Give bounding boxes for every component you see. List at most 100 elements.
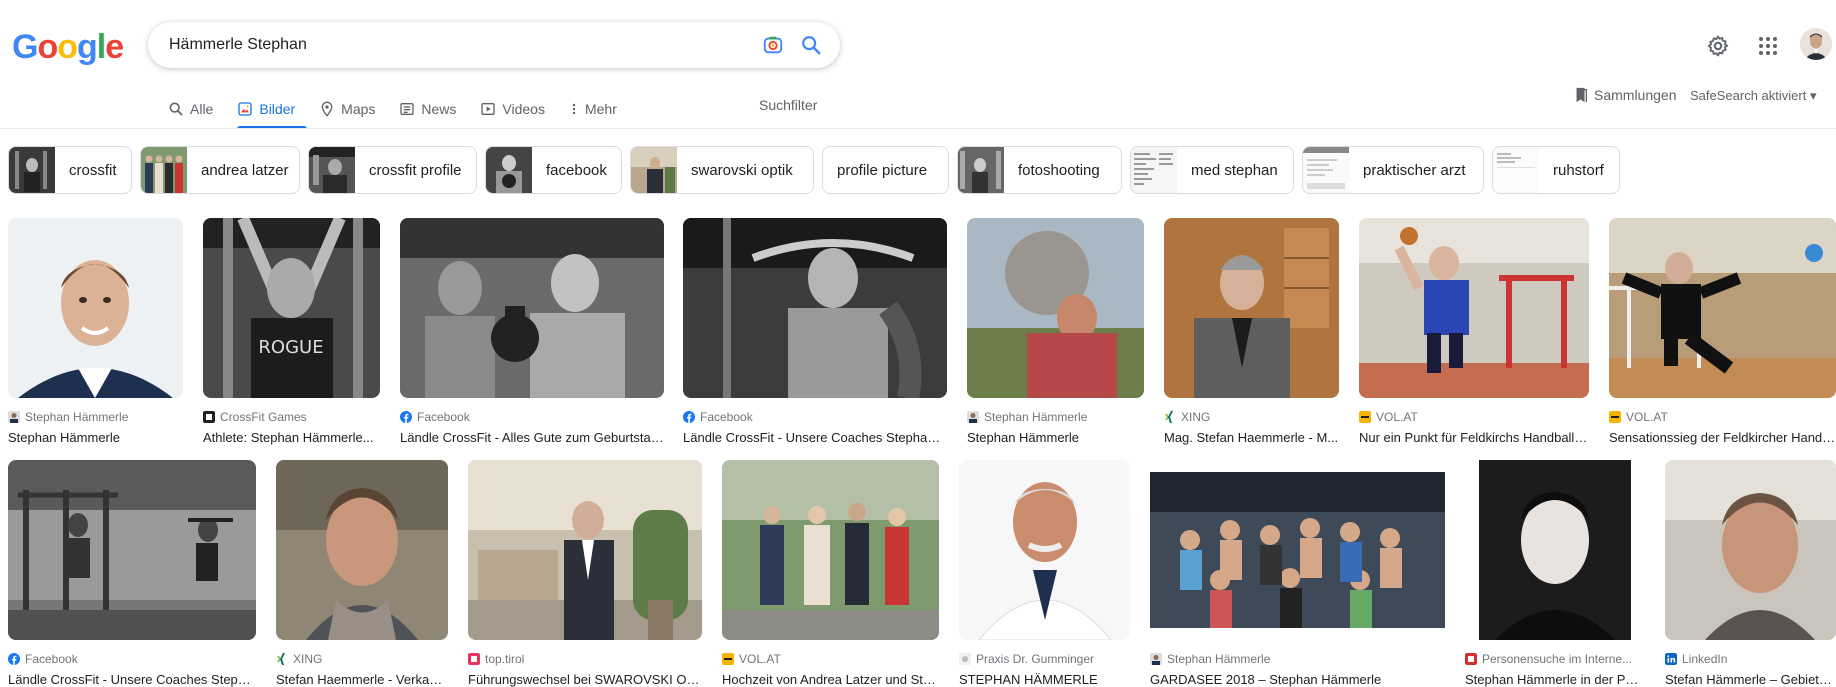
search-input[interactable] — [169, 36, 729, 54]
image-result[interactable]: XING Stefan Haemmerle - Verkauf... — [276, 460, 448, 687]
result-title[interactable]: Stephan Hämmerle — [8, 430, 183, 445]
result-title[interactable]: Ländle CrossFit - Unsere Coaches Stephan… — [683, 430, 947, 445]
result-source[interactable]: Stephan Hämmerle — [1150, 652, 1445, 666]
image-result[interactable]: Stephan Hämmerle Stephan Hämmerle — [967, 218, 1144, 445]
result-source[interactable]: Facebook — [8, 652, 256, 666]
tools-button[interactable]: Suchfilter — [759, 97, 817, 113]
result-source[interactable]: Praxis Dr. Gumminger — [959, 652, 1130, 666]
result-source[interactable]: VOL.AT — [1609, 410, 1836, 424]
result-image[interactable] — [967, 218, 1144, 398]
result-image[interactable] — [468, 460, 702, 640]
tab-mehr[interactable]: Mehr — [569, 90, 629, 128]
collections-link[interactable]: Sammlungen — [1574, 87, 1677, 103]
result-source[interactable]: XING — [1164, 410, 1339, 424]
chip-label: crossfit profile — [369, 161, 462, 179]
result-title[interactable]: Stephan Hämmerle — [967, 430, 1144, 445]
chip-andrea-latzer[interactable]: andrea latzer — [140, 146, 300, 194]
result-source[interactable]: XING — [276, 652, 448, 666]
image-result[interactable]: VOL.AT Sensationssieg der Feldkircher Ha… — [1609, 218, 1836, 445]
image-result[interactable]: Facebook Ländle CrossFit - Alles Gute zu… — [400, 218, 664, 445]
chip-label: swarovski optik — [691, 161, 793, 179]
google-lens-icon[interactable] — [762, 34, 784, 56]
image-result[interactable]: ROGUE CrossFit Games Athlete: Stephan Hä… — [203, 215, 380, 445]
result-source[interactable]: top.tirol — [468, 652, 702, 666]
result-source[interactable]: Stephan Hämmerle — [967, 410, 1144, 424]
result-title[interactable]: STEPHAN HÄMMERLE — [959, 672, 1130, 687]
result-source[interactable]: Stephan Hämmerle — [8, 410, 183, 424]
image-result[interactable]: LinkedIn Stefan Hämmerle – Gebietsv... — [1665, 460, 1836, 687]
chip-profile-picture[interactable]: profile picture — [822, 146, 949, 194]
image-result[interactable]: Stephan Hämmerle Stephan Hämmerle — [8, 218, 183, 445]
source-label: Facebook — [25, 652, 78, 666]
gear-icon[interactable] — [1706, 34, 1730, 58]
crossfit-icon — [203, 411, 215, 423]
praxis-icon — [959, 653, 971, 665]
result-image[interactable] — [683, 218, 947, 401]
safesearch-menu[interactable]: SafeSearch aktiviert ▾ — [1690, 88, 1816, 104]
result-title[interactable]: Stefan Haemmerle - Verkauf... — [276, 672, 448, 687]
image-result[interactable]: VOL.AT Hochzeit von Andrea Latzer und St… — [722, 460, 939, 687]
tab-bilder[interactable]: Bilder — [237, 90, 307, 129]
chip-facebook[interactable]: facebook — [485, 146, 622, 194]
result-image[interactable] — [276, 460, 448, 640]
result-title[interactable]: Sensationssieg der Feldkircher Handba... — [1609, 430, 1836, 445]
result-image[interactable] — [1164, 218, 1339, 398]
result-title[interactable]: Stefan Hämmerle – Gebietsv... — [1665, 672, 1836, 687]
result-source[interactable]: CrossFit Games — [203, 410, 380, 424]
result-source[interactable]: LinkedIn — [1665, 652, 1836, 666]
result-source[interactable]: Personensuche im Interne... — [1465, 652, 1645, 666]
google-logo[interactable]: Google — [12, 28, 124, 67]
result-title[interactable]: Mag. Stefan Haemmerle - M... — [1164, 430, 1339, 445]
account-avatar[interactable] — [1800, 28, 1832, 60]
result-title[interactable]: Ländle CrossFit - Alles Gute zum Geburts… — [400, 430, 664, 445]
result-title[interactable]: Nur ein Punkt für Feldkirchs Handballe..… — [1359, 430, 1589, 445]
result-image[interactable] — [1665, 460, 1836, 640]
chip-swarovski-optik[interactable]: swarovski optik — [630, 146, 814, 194]
result-source[interactable]: Facebook — [400, 410, 664, 424]
related-search-chips: crossfit andrea latzer crossfit profile … — [8, 146, 1620, 194]
image-result[interactable]: VOL.AT Nur ein Punkt für Feldkirchs Hand… — [1359, 218, 1589, 445]
image-result[interactable]: Praxis Dr. Gumminger STEPHAN HÄMMERLE — [959, 460, 1130, 687]
search-icon[interactable] — [800, 34, 822, 56]
result-title[interactable]: Stephan Hämmerle in der Pers... — [1465, 672, 1645, 687]
chip-fotoshooting[interactable]: fotoshooting — [957, 146, 1122, 194]
tab-videos[interactable]: Videos — [480, 90, 557, 128]
image-result[interactable]: top.tirol Führungswechsel bei SWAROVSKI … — [468, 460, 702, 687]
result-source[interactable]: VOL.AT — [722, 652, 939, 666]
chip-crossfit[interactable]: crossfit — [8, 146, 132, 194]
image-result[interactable]: XING Mag. Stefan Haemmerle - M... — [1164, 218, 1339, 445]
chip-praktischer-arzt[interactable]: praktischer arzt — [1302, 146, 1484, 194]
chip-crossfit-profile[interactable]: crossfit profile — [308, 146, 477, 194]
source-label: VOL.AT — [739, 652, 781, 666]
result-source[interactable]: VOL.AT — [1359, 410, 1589, 424]
result-title[interactable]: Führungswechsel bei SWAROVSKI OPTIK — [468, 672, 702, 687]
apps-grid-icon[interactable] — [1756, 34, 1780, 58]
result-image[interactable] — [8, 218, 183, 398]
result-image[interactable] — [1465, 460, 1645, 640]
result-image[interactable] — [1609, 218, 1836, 398]
result-title[interactable]: Ländle CrossFit - Unsere Coaches Stepha.… — [8, 672, 256, 687]
chip-med-stephan[interactable]: med stephan — [1130, 146, 1294, 194]
news-icon — [400, 103, 415, 115]
chip-ruhstorf[interactable]: ruhstorf — [1492, 146, 1620, 194]
result-title[interactable]: GARDASEE 2018 – Stephan Hämmerle — [1150, 672, 1445, 687]
result-image[interactable] — [1150, 460, 1445, 640]
result-source[interactable]: Facebook — [683, 410, 947, 424]
result-title[interactable]: Athlete: Stephan Hämmerle... — [203, 430, 380, 445]
tab-news[interactable]: News — [399, 90, 468, 128]
result-image[interactable] — [400, 218, 664, 398]
image-result[interactable]: Stephan Hämmerle GARDASEE 2018 – Stephan… — [1150, 460, 1445, 687]
chip-thumbnail — [1493, 147, 1539, 193]
result-image[interactable]: ROGUE — [203, 215, 380, 398]
image-result[interactable]: Facebook Ländle CrossFit - Unsere Coache… — [8, 460, 256, 687]
tab-alle[interactable]: Alle — [168, 90, 225, 128]
chip-label: med stephan — [1191, 161, 1278, 179]
tab-maps[interactable]: Maps — [319, 90, 387, 128]
image-result[interactable]: Facebook Ländle CrossFit - Unsere Coache… — [683, 218, 947, 445]
image-result[interactable]: Personensuche im Interne... Stephan Hämm… — [1465, 460, 1645, 687]
result-image[interactable] — [722, 460, 939, 640]
result-image[interactable] — [1359, 218, 1589, 398]
result-title[interactable]: Hochzeit von Andrea Latzer und Ste... — [722, 672, 939, 687]
result-image[interactable] — [8, 460, 256, 640]
result-image[interactable] — [959, 460, 1130, 641]
